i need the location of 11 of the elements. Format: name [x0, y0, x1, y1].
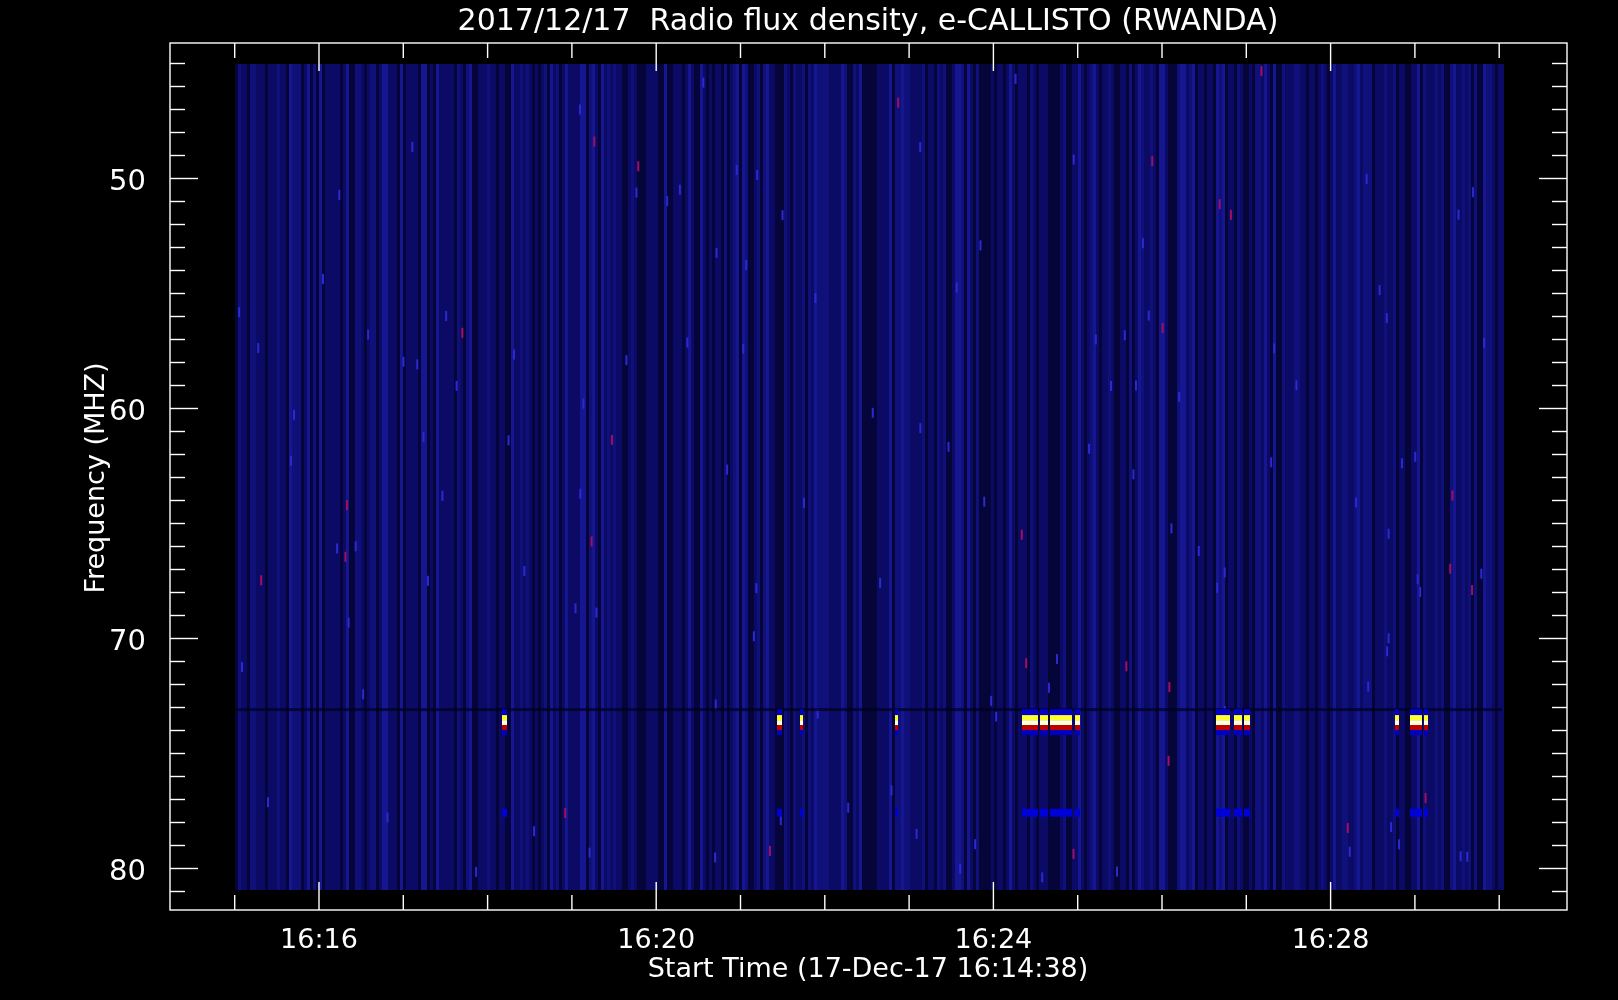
- plot-title: 2017/12/17 Radio flux density, e-CALLISTO (RWANDA): [457, 2, 1279, 37]
- y-axis-label: Frequency (MHZ): [79, 362, 110, 594]
- axis-tick-label: 70: [109, 622, 146, 657]
- axis-tick-label: 60: [109, 392, 146, 427]
- axis-tick-label: 16:28: [1291, 923, 1370, 954]
- axis-tick-label: 16:16: [280, 923, 358, 954]
- axis-tick-label: 50: [109, 162, 146, 197]
- axis-tick-label: 80: [109, 852, 146, 887]
- axis-tick-label: 16:24: [954, 923, 1033, 954]
- x-axis-label: Start Time (17-Dec-17 16:14:38): [647, 952, 1089, 983]
- axis-tick-label: 16:20: [617, 923, 696, 954]
